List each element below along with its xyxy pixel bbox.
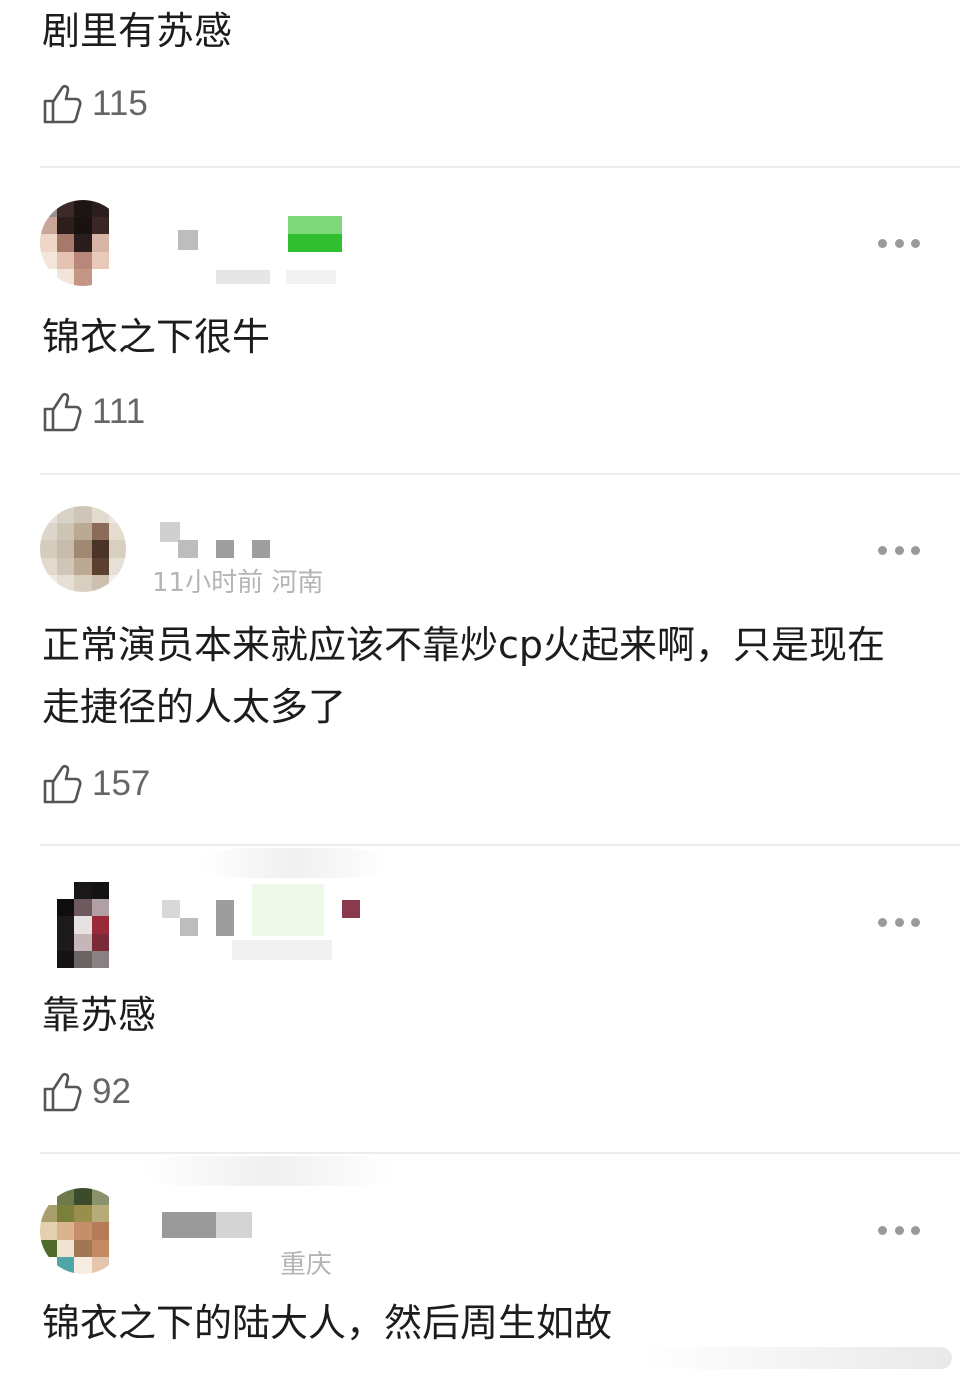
like-count: 157 [92,764,151,803]
more-dots-icon[interactable] [878,544,920,556]
avatar[interactable] [40,200,126,286]
vip-badge [342,900,360,918]
like-button[interactable]: 157 [42,762,150,806]
divider [40,166,960,168]
member-badge [288,216,342,234]
comment-text: 正常演员本来就应该不靠炒cp火起来啊，只是现在走捷径的人太多了 [42,623,886,729]
more-dots-icon[interactable] [878,237,920,249]
comment-meta: 11小时前 河南 [152,568,324,598]
comment-text: 锦衣之下很牛 [42,315,271,359]
thumbs-up-icon [43,764,82,804]
comment-list: 剧里有苏感 115 锦衣之下很牛 111 11小时前 河南 正常演员本来就应该不… [0,0,960,1379]
thumbs-up-icon [43,84,82,124]
meta-redacted [232,940,332,960]
more-dots-icon[interactable] [878,916,920,928]
scroll-shadow [140,1156,400,1186]
avatar[interactable] [40,1188,126,1274]
username-redacted[interactable] [162,1212,252,1238]
member-badge-bottom [288,234,342,252]
like-button[interactable]: 92 [42,1070,131,1114]
comment-text: 剧里有苏感 [42,9,233,53]
like-button[interactable]: 111 [42,390,145,434]
like-button[interactable]: 115 [42,82,148,126]
watermark-bar [642,1347,952,1369]
username-redacted[interactable] [160,522,180,542]
username-redacted[interactable] [178,230,198,250]
like-count: 111 [92,392,146,431]
thumbs-up-icon [43,392,82,432]
divider [40,473,960,475]
username-redacted-row [178,540,270,558]
thumbs-up-icon [43,1072,82,1112]
member-badge [252,884,324,936]
like-count: 115 [92,84,148,123]
divider [40,844,960,846]
avatar[interactable] [40,882,126,968]
more-dots-icon[interactable] [878,1224,920,1236]
comment-text: 锦衣之下的陆大人，然后周生如故 [42,1301,613,1345]
avatar[interactable] [40,506,126,592]
comment-text: 靠苏感 [42,993,157,1037]
like-count: 92 [92,1072,131,1111]
comment-meta: 重庆 [280,1250,333,1280]
username-redacted[interactable] [162,900,234,936]
meta-redacted [216,270,336,284]
scroll-shadow [200,848,390,878]
divider [40,1152,960,1154]
